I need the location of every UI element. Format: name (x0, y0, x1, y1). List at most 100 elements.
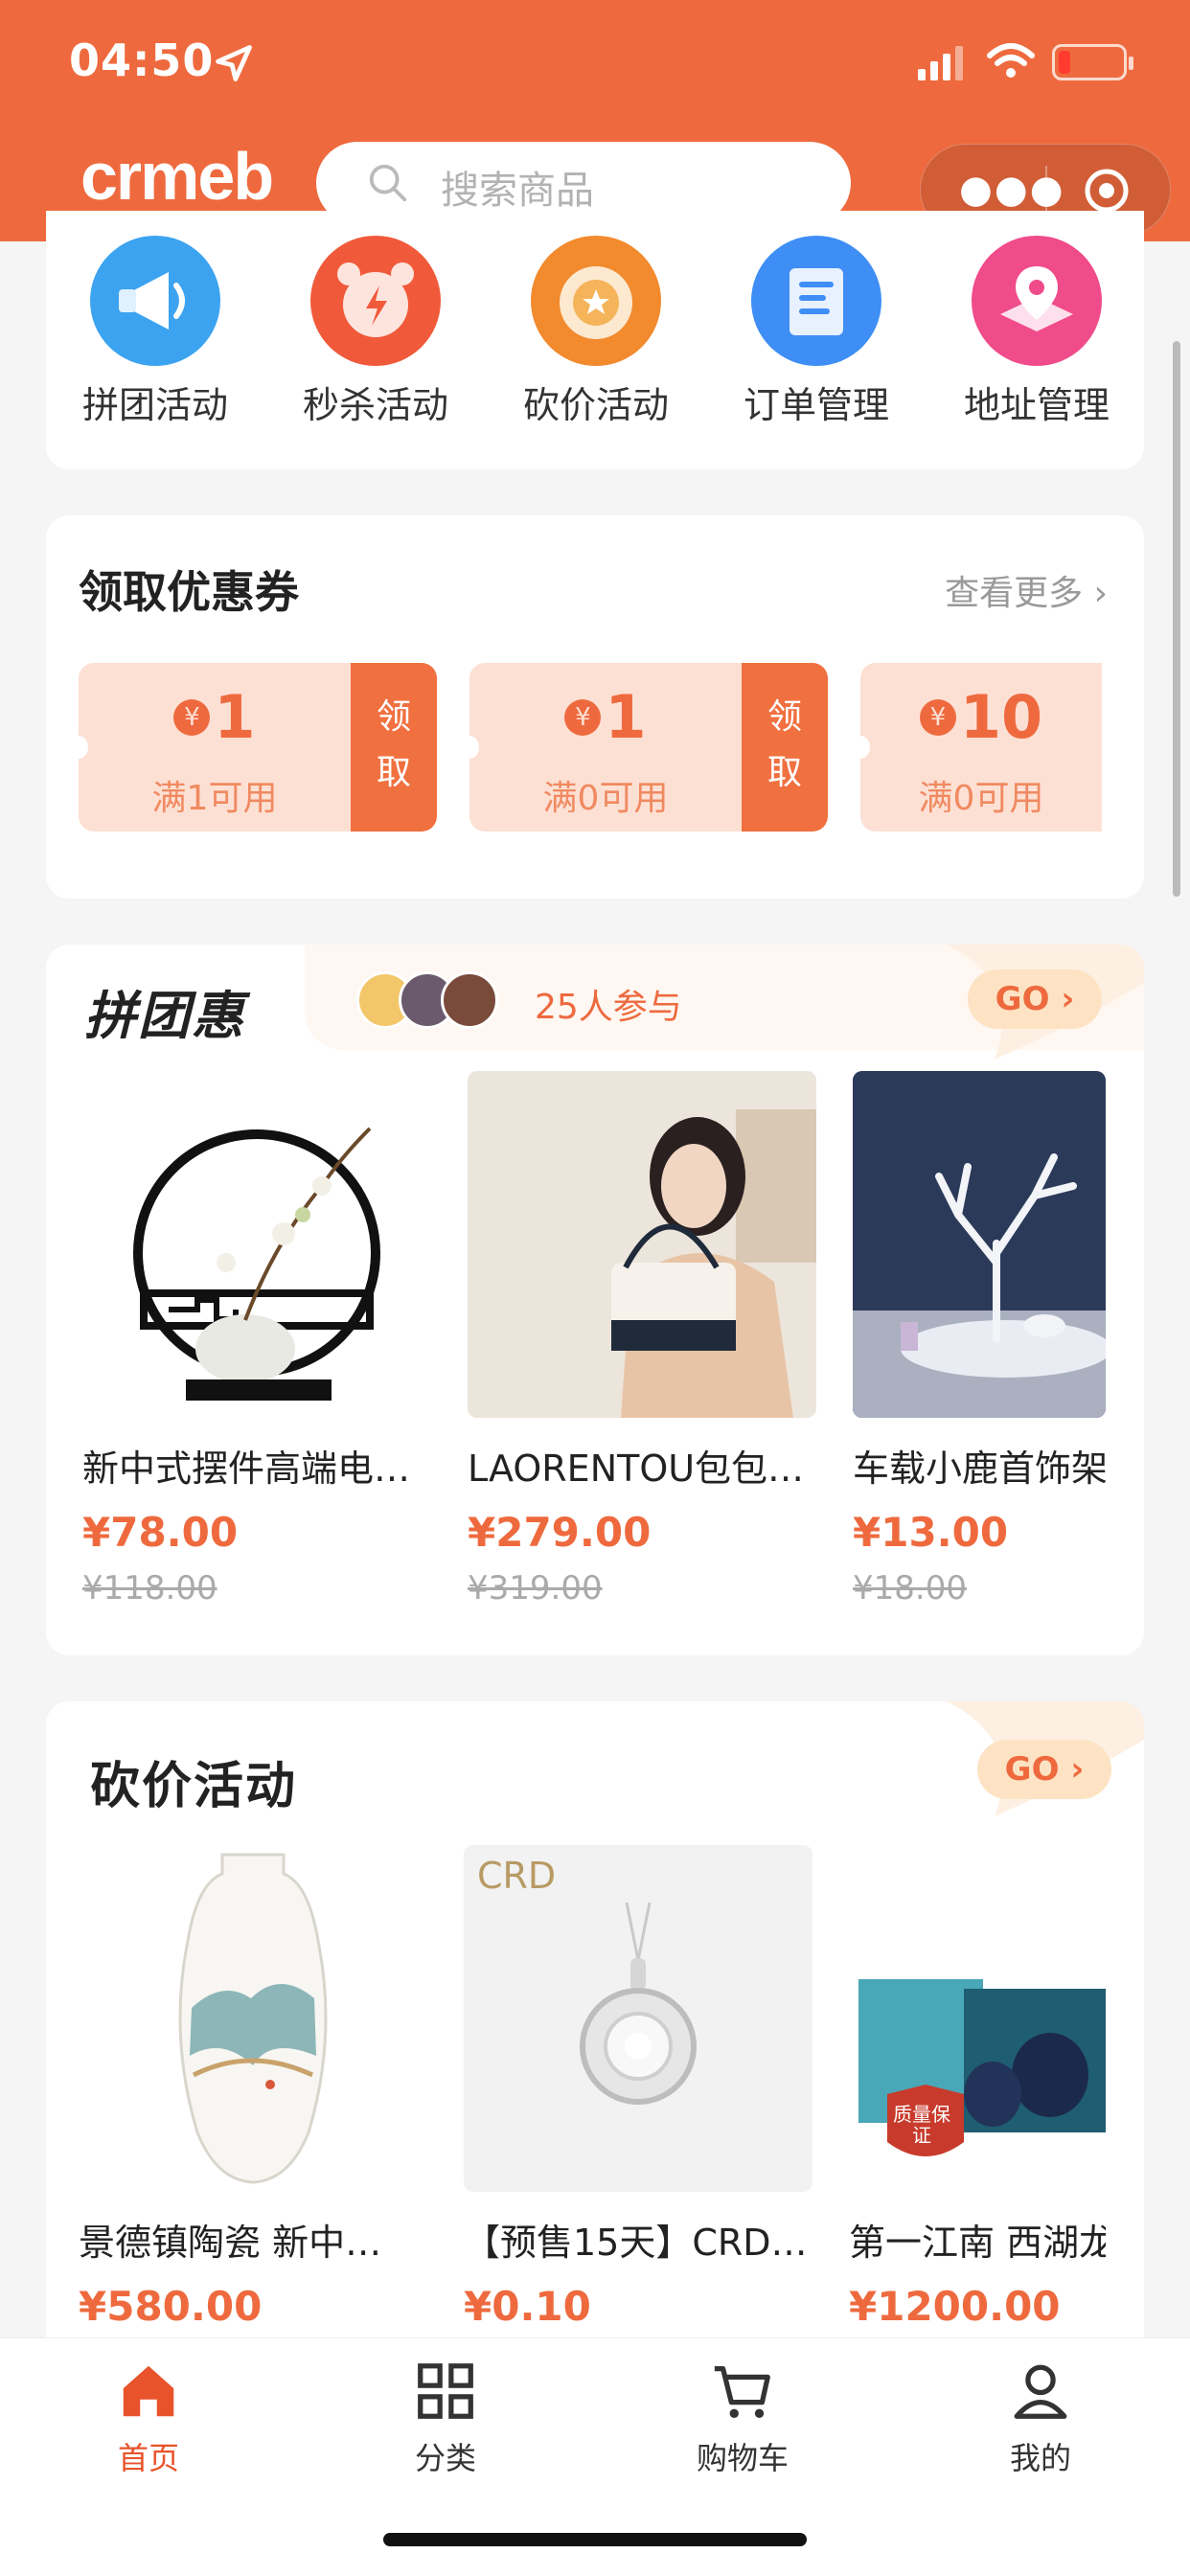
cart-icon (714, 2366, 770, 2418)
avatar (441, 971, 498, 1029)
chevron-right-icon: › (1061, 980, 1075, 1018)
tab-label: 首页 (117, 2440, 179, 2476)
product-image (79, 1845, 427, 2192)
tab-label: 购物车 (696, 2440, 789, 2476)
claim-coupon-button[interactable]: 领取 (351, 663, 437, 832)
claim-coupon-button[interactable]: 领取 (742, 663, 828, 832)
nav-label: 拼团活动 (81, 384, 228, 426)
product-image (468, 1071, 816, 1418)
nav-item-orders[interactable]: 订单管理 (706, 236, 927, 428)
home-indicator (383, 2533, 807, 2546)
nav-item-address[interactable]: 地址管理 (927, 236, 1147, 428)
participants-count: 25人参与 (535, 988, 682, 1027)
product-card[interactable]: CRD 【预售15天】CRD… ¥0.10 (464, 1845, 812, 2330)
tab-home[interactable]: 首页 (53, 2358, 244, 2478)
product-price: ¥0.10 (464, 2283, 591, 2330)
yen-icon: ¥ (919, 698, 956, 736)
product-price: ¥78.00 (82, 1509, 239, 1556)
go-label: GO (1004, 1750, 1060, 1789)
coupon-body: ¥1 满0可用 (460, 663, 742, 832)
product-name: 车载小鹿首饰架 (853, 1448, 1106, 1490)
medal-icon (531, 236, 661, 366)
coupon-card[interactable]: ¥1 满1可用 领取 (69, 663, 437, 832)
product-original-price: ¥118.00 (82, 1569, 217, 1607)
product-name: LAORENTOU包包… (468, 1448, 805, 1490)
product-card[interactable]: 车载小鹿首饰架 ¥13.00 ¥18.00 (853, 1071, 1106, 1607)
alarm-clock-icon (310, 236, 441, 366)
claim-label: 领取 (767, 697, 802, 792)
quality-badge-text: 质量保证 (893, 2103, 950, 2147)
go-label: GO (995, 980, 1050, 1018)
product-price: ¥580.00 (79, 2283, 263, 2330)
tab-label: 我的 (1009, 2440, 1071, 2476)
product-card[interactable]: 新中式摆件高端电… ¥78.00 ¥118.00 (82, 1071, 431, 1607)
tab-label: 分类 (414, 2440, 476, 2476)
product-card[interactable]: 质量保证 第一江南 西湖龙 ¥1200.00 (849, 1845, 1106, 2330)
yen-icon: ¥ (564, 698, 602, 736)
coupon-section: 领取优惠券 查看更多 › ¥1 满1可用 领取 ¥1 满0可用 领取 ¥10 满… (46, 515, 1144, 899)
megaphone-icon (90, 236, 220, 366)
wifi-icon (987, 43, 1035, 78)
coupon-amount-value: 10 (959, 682, 1043, 752)
coupon-condition: 满0可用 (542, 779, 669, 818)
group-buy-title: 拼团惠 (84, 986, 245, 1046)
product-original-price: ¥319.00 (468, 1569, 603, 1607)
coupon-amount-value: 1 (214, 682, 256, 752)
tab-cart[interactable]: 购物车 (647, 2358, 838, 2478)
map-pin-icon (972, 236, 1102, 366)
product-name: 新中式摆件高端电… (82, 1448, 411, 1490)
coupon-card[interactable]: ¥10 满0可用 (851, 663, 1102, 832)
user-icon (1014, 2364, 1067, 2419)
product-name: 景德镇陶瓷 新中… (79, 2222, 382, 2264)
grid-icon (418, 2363, 473, 2419)
product-card[interactable]: LAORENTOU包包… ¥279.00 ¥319.00 (468, 1071, 816, 1607)
tab-profile[interactable]: 我的 (945, 2358, 1136, 2478)
nav-label: 地址管理 (963, 384, 1110, 426)
location-arrow-icon (216, 45, 252, 81)
product-image (82, 1071, 431, 1418)
chevron-right-icon: › (1070, 1750, 1085, 1789)
product-price: ¥279.00 (468, 1509, 652, 1556)
search-placeholder: 搜索商品 (441, 169, 594, 213)
nav-item-flash-sale[interactable]: 秒杀活动 (265, 236, 486, 428)
search-icon (369, 164, 407, 202)
group-buy-section: 拼团惠 25人参与 GO › 新中式摆件高端电… ¥78.00 ¥118.00 … (46, 945, 1144, 1655)
coupon-amount: ¥1 (469, 682, 742, 752)
view-more-label: 查看更多 (945, 574, 1084, 613)
coupon-condition: 满0可用 (918, 779, 1044, 818)
coupon-body: ¥1 满1可用 (69, 663, 351, 832)
tab-category[interactable]: 分类 (350, 2358, 541, 2478)
nav-grid: 拼团活动 秒杀活动 砍价活动 订单管理 地址管理 (46, 211, 1144, 469)
bargain-section: 砍价活动 GO › 景德镇陶瓷 新中… ¥580.00 CRD 【预售15天】C… (46, 1701, 1144, 2372)
product-image: CRD (464, 1845, 812, 2192)
participant-avatars (356, 971, 510, 1029)
nav-item-bargain[interactable]: 砍价活动 (486, 236, 706, 428)
coupon-condition: 满1可用 (151, 779, 278, 818)
group-go-button[interactable]: GO › (968, 969, 1102, 1029)
bargain-go-button[interactable]: GO › (977, 1740, 1111, 1799)
coupon-amount-value: 1 (605, 682, 647, 752)
view-more-link[interactable]: 查看更多 › (945, 565, 1108, 615)
product-name: 【预售15天】CRD… (464, 2222, 808, 2264)
more-dots-icon[interactable]: ●●● (959, 171, 1065, 209)
coupon-card[interactable]: ¥1 满0可用 领取 (460, 663, 828, 832)
app-logo: crmeb (80, 139, 274, 214)
product-price: ¥13.00 (853, 1509, 1009, 1556)
signal-icon (918, 46, 963, 80)
scrollbar[interactable] (1173, 341, 1180, 897)
status-time: 04:50 (69, 34, 215, 86)
capsule-divider (1045, 166, 1047, 216)
product-original-price: ¥18.00 (853, 1569, 967, 1607)
document-icon (751, 236, 881, 366)
nav-item-group-buy[interactable]: 拼团活动 (45, 236, 265, 428)
chevron-right-icon: › (1093, 574, 1108, 613)
close-target-icon[interactable] (1082, 166, 1132, 216)
battery-icon (1052, 44, 1133, 80)
coupon-amount: ¥10 (860, 682, 1102, 752)
claim-label: 领取 (376, 697, 411, 792)
yen-icon: ¥ (173, 698, 211, 736)
product-name: 第一江南 西湖龙 (849, 2222, 1106, 2264)
coupon-body: ¥10 满0可用 (851, 663, 1102, 832)
product-card[interactable]: 景德镇陶瓷 新中… ¥580.00 (79, 1845, 427, 2330)
nav-label: 秒杀活动 (302, 384, 448, 426)
